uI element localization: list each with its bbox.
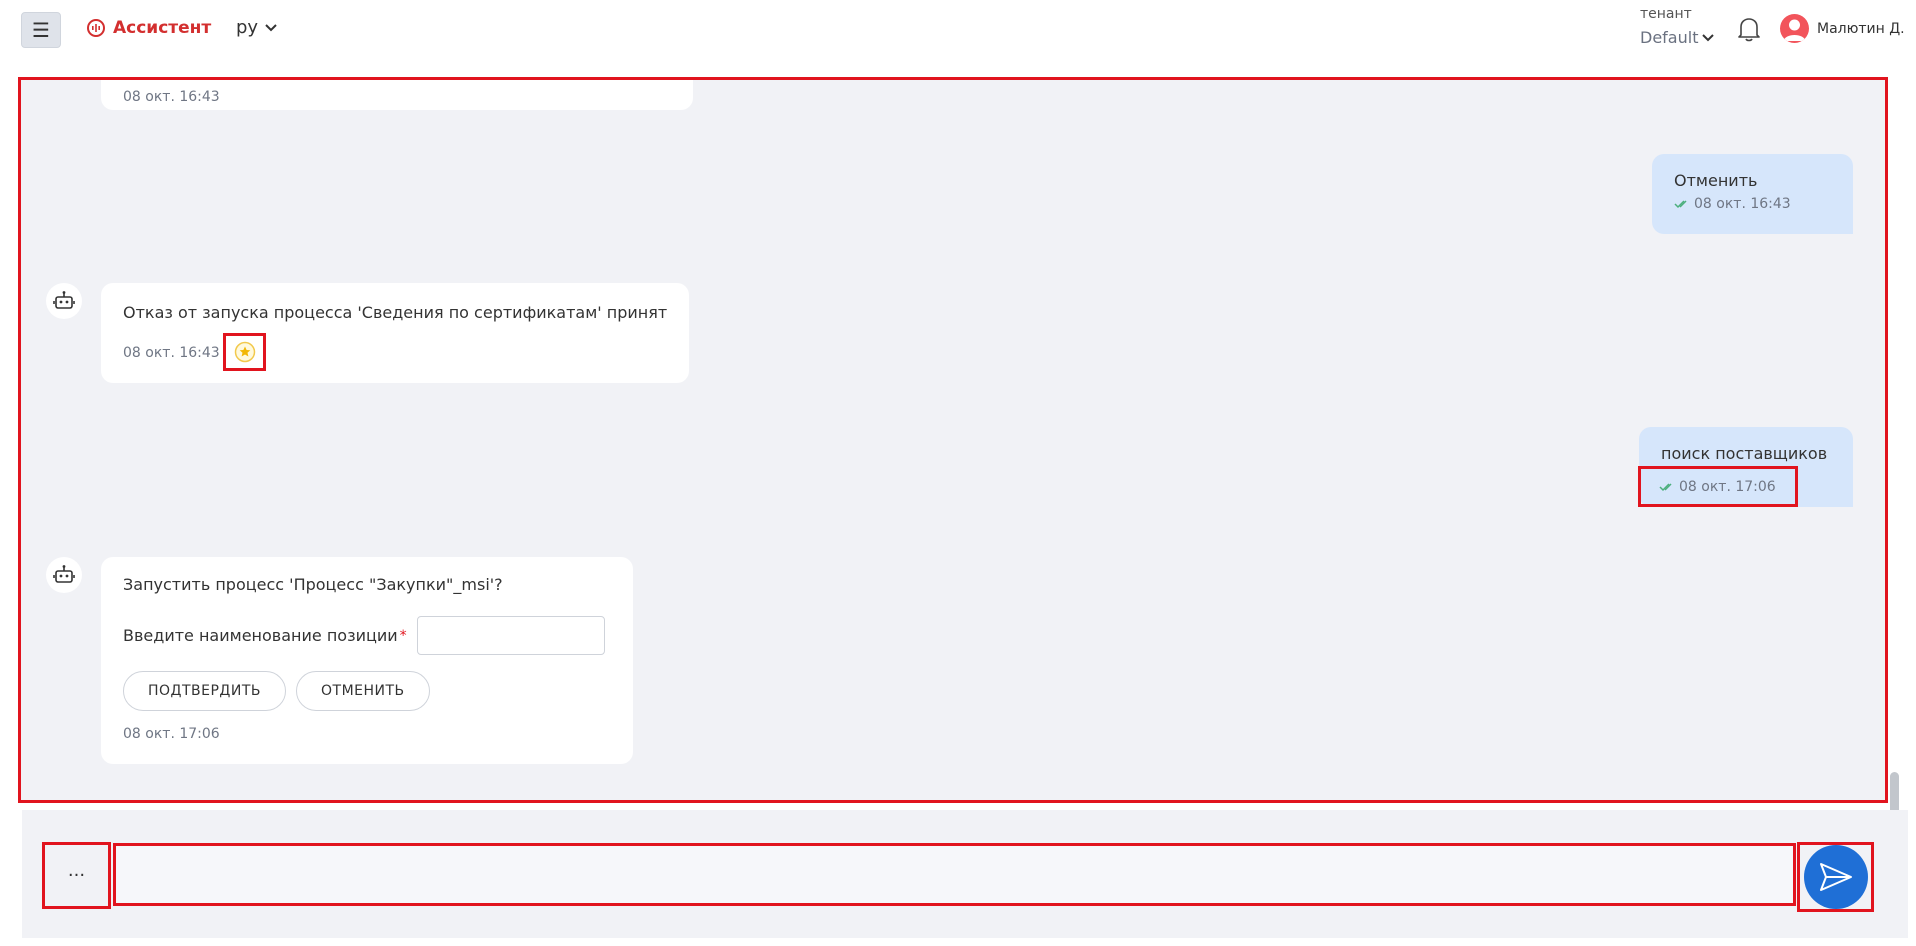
language-selector[interactable]: ру [236, 17, 277, 38]
user-icon [1783, 19, 1806, 41]
action-buttons: ПОДТВЕРДИТЬ ОТМЕНИТЬ [123, 671, 611, 711]
chat-messages-area[interactable]: 08 окт. 16:43 Отменить 08 окт. 16:43 Отк… [18, 77, 1888, 803]
tenant-dropdown[interactable]: Default [1640, 28, 1715, 47]
star-rating-icon [234, 341, 255, 363]
send-button[interactable] [1803, 845, 1868, 909]
send-button-highlight [1797, 842, 1874, 912]
message-text: поиск поставщиков [1661, 444, 1828, 463]
message-time: 08 окт. 17:06 [123, 726, 220, 742]
user-name: Малютин Д. [1817, 20, 1905, 37]
user-menu[interactable]: Малютин Д. [1780, 14, 1905, 43]
bot-message: 08 окт. 16:43 [101, 80, 693, 110]
position-name-input[interactable] [416, 616, 605, 655]
message-time: 08 окт. 16:43 [123, 89, 220, 105]
chevron-down-icon [265, 23, 277, 31]
robot-icon [53, 565, 75, 583]
bot-message: Отказ от запуска процесса 'Сведения по с… [101, 283, 689, 383]
required-mark: * [399, 627, 407, 644]
double-check-icon [1659, 482, 1672, 491]
double-check-icon [1674, 200, 1687, 209]
notifications-button[interactable] [1737, 16, 1761, 46]
bot-message: Запустить процесс 'Процесс "Закупки"_msi… [101, 557, 633, 764]
app-logo[interactable]: Ассистент [86, 18, 211, 38]
position-field-row: Введите наименование позиции * [123, 616, 611, 655]
app-title: Ассистент [113, 18, 212, 38]
language-value: ру [236, 17, 259, 38]
chevron-down-icon [1702, 33, 1715, 41]
bot-avatar [46, 283, 82, 319]
message-text: Отменить [1674, 171, 1758, 190]
more-options-button[interactable]: ··· [42, 842, 111, 909]
avatar [1780, 14, 1809, 43]
tenant-selector[interactable]: тенант Default [1640, 6, 1715, 47]
top-header: ☰ Ассистент ру тенант Default Малютин Д. [0, 0, 1916, 58]
tenant-label: тенант [1640, 6, 1692, 22]
hamburger-menu-button[interactable]: ☰ [21, 12, 61, 48]
field-label: Введите наименование позиции [123, 626, 398, 645]
tenant-value: Default [1640, 28, 1699, 47]
message-status-highlight: 08 окт. 17:06 [1638, 466, 1798, 507]
send-icon [1819, 863, 1852, 891]
message-time: 08 окт. 17:06 [1679, 478, 1776, 495]
menu-icon: ☰ [32, 18, 50, 42]
bot-avatar [46, 557, 82, 593]
message-text: Отказ от запуска процесса 'Сведения по с… [123, 303, 668, 322]
message-input[interactable] [113, 843, 1796, 906]
rating-button[interactable] [223, 333, 266, 371]
message-time: 08 окт. 16:43 [123, 345, 220, 361]
bell-icon [1738, 18, 1760, 42]
assistant-logo-icon [87, 19, 105, 37]
more-icon: ··· [67, 865, 86, 886]
cancel-button[interactable]: ОТМЕНИТЬ [296, 671, 430, 711]
robot-icon [53, 291, 75, 309]
confirm-button[interactable]: ПОДТВЕРДИТЬ [123, 671, 286, 711]
user-message: Отменить 08 окт. 16:43 [1652, 154, 1853, 234]
message-time: 08 окт. 16:43 [1694, 196, 1791, 212]
message-text: Запустить процесс 'Процесс "Закупки"_msi… [123, 575, 503, 594]
